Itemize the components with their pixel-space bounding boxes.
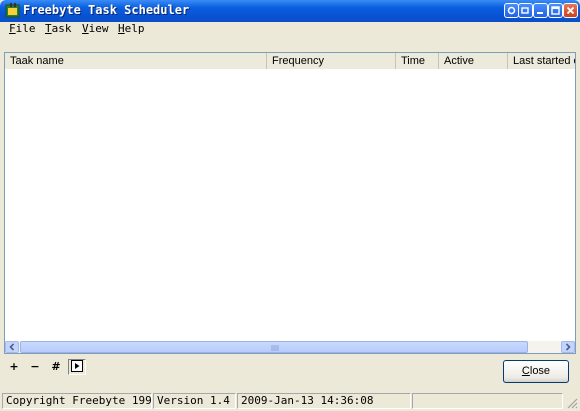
status-empty-panel: [412, 393, 563, 409]
scroll-grip-icon: [271, 345, 279, 351]
status-copyright: Copyright Freebyte 1999: [2, 393, 152, 409]
horizontal-scrollbar[interactable]: [5, 341, 575, 353]
resize-grip-icon[interactable]: [565, 396, 578, 409]
app-icon[interactable]: [5, 3, 20, 18]
table-header: Taak name Frequency Time Active Last sta…: [5, 53, 575, 70]
table-body[interactable]: [5, 69, 575, 341]
menu-view[interactable]: View: [82, 22, 109, 35]
window-title: Freebyte Task Scheduler: [23, 3, 190, 17]
title-bar[interactable]: Freebyte Task Scheduler: [0, 0, 580, 22]
menu-bar: File Task View Help: [0, 22, 580, 37]
column-header-frequency[interactable]: Frequency: [267, 53, 396, 69]
main-window: Freebyte Task Scheduler File Task View H…: [0, 0, 580, 411]
edit-task-button[interactable]: #: [47, 359, 65, 375]
menu-task[interactable]: Task: [45, 22, 72, 35]
close-icon[interactable]: [563, 3, 578, 18]
column-header-last-started[interactable]: Last started on: [508, 53, 575, 69]
remove-task-button[interactable]: −: [26, 359, 44, 375]
minimize-icon[interactable]: [533, 3, 548, 18]
status-datetime: 2009-Jan-13 14:36:08: [237, 393, 411, 409]
extra-icon[interactable]: [504, 3, 519, 18]
restore-icon[interactable]: [518, 3, 533, 18]
close-button[interactable]: Close: [503, 360, 569, 383]
scroll-right-arrow-icon[interactable]: [561, 341, 575, 353]
scroll-thumb[interactable]: [20, 341, 528, 353]
column-header-active[interactable]: Active: [439, 53, 508, 69]
column-header-task-name[interactable]: Taak name: [5, 53, 267, 69]
task-table[interactable]: Taak name Frequency Time Active Last sta…: [4, 52, 576, 354]
status-version: Version 1.4: [153, 393, 236, 409]
run-task-button[interactable]: [68, 359, 86, 375]
maximize-icon[interactable]: [548, 3, 563, 18]
menu-help[interactable]: Help: [118, 22, 145, 35]
status-bar: Copyright Freebyte 1999 Version 1.4 2009…: [0, 391, 580, 411]
play-icon: [71, 360, 83, 372]
add-task-button[interactable]: +: [5, 359, 23, 375]
column-header-time[interactable]: Time: [396, 53, 439, 69]
scroll-left-arrow-icon[interactable]: [5, 341, 19, 353]
menu-file[interactable]: File: [9, 22, 36, 35]
